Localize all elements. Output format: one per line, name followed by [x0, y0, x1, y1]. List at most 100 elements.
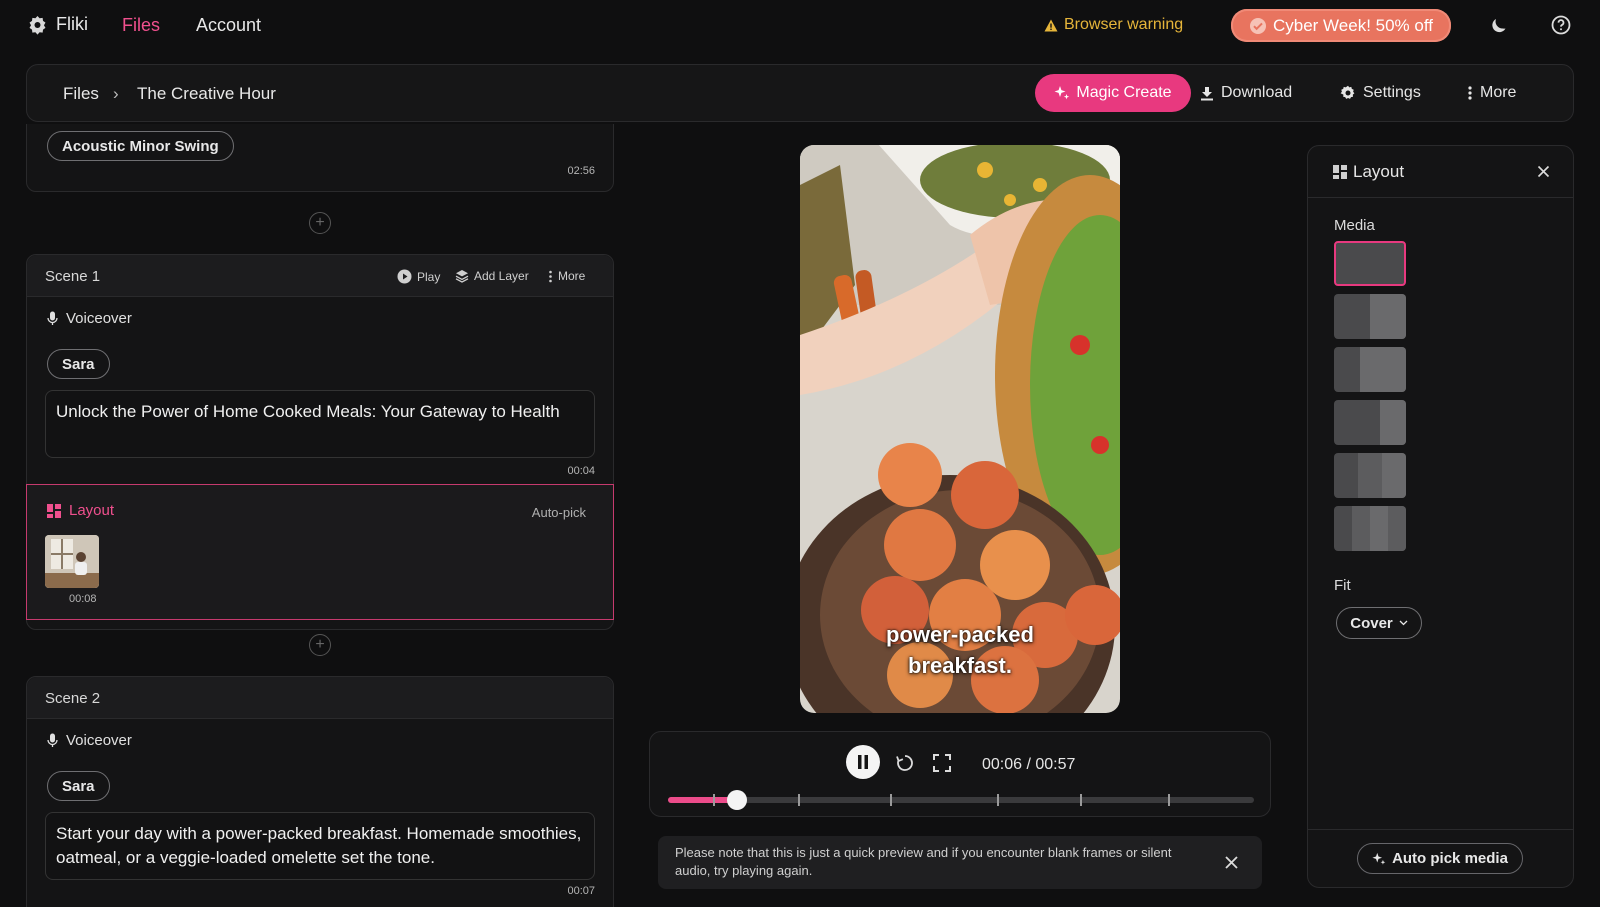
- dark-mode-moon-icon[interactable]: [1488, 14, 1510, 36]
- layout-panel-header: Layout: [1308, 146, 1573, 198]
- preview-notice-text: Please note that this is just a quick pr…: [675, 845, 1172, 878]
- microphone-icon: [47, 733, 58, 747]
- layout-label-row: Layout: [47, 502, 114, 519]
- more-vertical-icon: [549, 270, 552, 282]
- browser-warning-label: Browser warning: [1064, 16, 1184, 33]
- help-icon[interactable]: [1550, 14, 1572, 36]
- playback-time: 00:06 / 00:57: [982, 756, 1076, 773]
- layout-grid-icon: [1333, 165, 1347, 179]
- player-controls: 00:06 / 00:57: [649, 731, 1271, 817]
- fliki-logo-icon: [29, 15, 46, 35]
- chevron-down-icon: [1399, 620, 1408, 626]
- scene-marker: [1080, 794, 1082, 806]
- scene-2-card: Scene 2 Voiceover Sara Start your day wi…: [26, 676, 614, 907]
- progress-track[interactable]: [668, 790, 1254, 810]
- play-circle-icon: [397, 269, 412, 284]
- video-preview[interactable]: power-packed breakfast.: [800, 145, 1120, 713]
- fit-select[interactable]: Cover: [1336, 607, 1422, 639]
- media-section-label: Media: [1334, 217, 1375, 234]
- voiceover-label-row: Voiceover: [47, 310, 132, 327]
- close-icon[interactable]: [1537, 165, 1550, 178]
- scene-more-label: More: [558, 269, 586, 283]
- settings-label: Settings: [1363, 84, 1421, 101]
- script-textbox[interactable]: Unlock the Power of Home Cooked Meals: Y…: [45, 390, 595, 458]
- badge-check-icon: [1249, 17, 1266, 34]
- promo-label: Cyber Week! 50% off: [1272, 15, 1433, 35]
- music-card: Acoustic Minor Swing 02:56: [26, 124, 614, 192]
- layout-panel-title: Layout: [1353, 162, 1405, 181]
- scene-marker: [798, 794, 800, 806]
- auto-pick-media-button[interactable]: Auto pick media: [1357, 843, 1523, 874]
- gear-icon: [1340, 85, 1355, 99]
- breadcrumb-files[interactable]: Files: [63, 84, 99, 104]
- scene-list[interactable]: Acoustic Minor Swing 02:56 + Scene 1 Pla…: [26, 124, 614, 907]
- scene-more-button[interactable]: More: [548, 269, 585, 283]
- voice-chip[interactable]: Sara: [47, 771, 110, 801]
- layout-option-three-column[interactable]: [1334, 453, 1406, 498]
- replay-icon[interactable]: [894, 752, 916, 774]
- add-layer-button[interactable]: Add Layer: [455, 269, 529, 283]
- script-duration: 00:07: [567, 885, 595, 897]
- preview-notice: Please note that this is just a quick pr…: [658, 836, 1262, 889]
- settings-button[interactable]: Settings: [1340, 84, 1421, 102]
- music-track-chip[interactable]: Acoustic Minor Swing: [47, 131, 234, 161]
- progress-knob[interactable]: [726, 790, 747, 810]
- nav-account[interactable]: Account: [196, 15, 261, 36]
- download-label: Download: [1221, 84, 1293, 101]
- auto-pick-toggle[interactable]: Auto-pick: [532, 505, 586, 520]
- brand-name: Fliki: [56, 14, 88, 34]
- pause-icon: [858, 755, 868, 769]
- layout-grid-icon: [47, 503, 61, 518]
- scene-2-title: Scene 2: [45, 690, 101, 707]
- magic-create-button[interactable]: Magic Create: [1035, 74, 1191, 112]
- scene-1-header: Scene 1 Play Add Layer More: [27, 255, 613, 297]
- layers-icon: [455, 270, 469, 283]
- caption-line-2: breakfast.: [908, 653, 1012, 678]
- layout-panel: Layout Media Fit Cover Auto pick media: [1307, 145, 1574, 888]
- scene-marker: [713, 794, 715, 806]
- music-duration: 02:56: [567, 165, 595, 177]
- close-icon[interactable]: [1224, 855, 1239, 870]
- layout-option-four-column[interactable]: [1334, 506, 1406, 551]
- browser-warning[interactable]: Browser warning: [1044, 16, 1183, 34]
- breadcrumb-chevron-icon: ›: [113, 84, 119, 103]
- fullscreen-icon[interactable]: [932, 753, 952, 773]
- fit-section-label: Fit: [1334, 577, 1351, 594]
- script-duration: 00:04: [567, 465, 595, 477]
- sparkles-icon: [1372, 852, 1386, 865]
- add-scene-icon[interactable]: +: [309, 634, 331, 656]
- promo-button[interactable]: Cyber Week! 50% off: [1231, 9, 1451, 42]
- sparkles-icon: [1054, 86, 1070, 100]
- scene-marker: [1168, 794, 1170, 806]
- download-button[interactable]: Download: [1200, 84, 1292, 102]
- scene-1-layout-section[interactable]: Layout Auto-pick 00:08: [26, 484, 614, 620]
- scene-marker: [997, 794, 999, 806]
- pause-button[interactable]: [846, 745, 880, 779]
- scene-1-title: Scene 1: [45, 268, 101, 285]
- video-caption: power-packed breakfast.: [800, 619, 1120, 681]
- download-icon: [1201, 86, 1213, 100]
- scene-2-header: Scene 2: [27, 677, 613, 719]
- panel-divider: [1308, 829, 1573, 830]
- media-duration: 00:08: [69, 593, 97, 605]
- nav-files[interactable]: Files: [122, 15, 160, 36]
- voice-chip[interactable]: Sara: [47, 349, 110, 379]
- script-textbox[interactable]: Start your day with a power-packed break…: [45, 812, 595, 880]
- scene-play-button[interactable]: Play: [397, 269, 440, 284]
- magic-create-label: Magic Create: [1076, 84, 1172, 101]
- microphone-icon: [47, 311, 58, 325]
- layout-option-single[interactable]: [1334, 241, 1406, 286]
- layout-option-half-split[interactable]: [1334, 294, 1406, 339]
- media-thumbnail[interactable]: [45, 535, 99, 588]
- breadcrumb-current: The Creative Hour: [137, 84, 276, 103]
- more-button[interactable]: More: [1467, 84, 1516, 102]
- voiceover-label: Voiceover: [66, 310, 132, 327]
- brand[interactable]: Fliki: [28, 14, 88, 35]
- layout-label: Layout: [69, 502, 115, 519]
- layout-option-left-narrow[interactable]: [1334, 347, 1406, 392]
- scene-marker: [890, 794, 892, 806]
- layout-option-right-narrow[interactable]: [1334, 400, 1406, 445]
- auto-pick-media-label: Auto pick media: [1392, 850, 1508, 867]
- add-scene-icon[interactable]: +: [309, 212, 331, 234]
- more-vertical-icon: [1468, 86, 1472, 100]
